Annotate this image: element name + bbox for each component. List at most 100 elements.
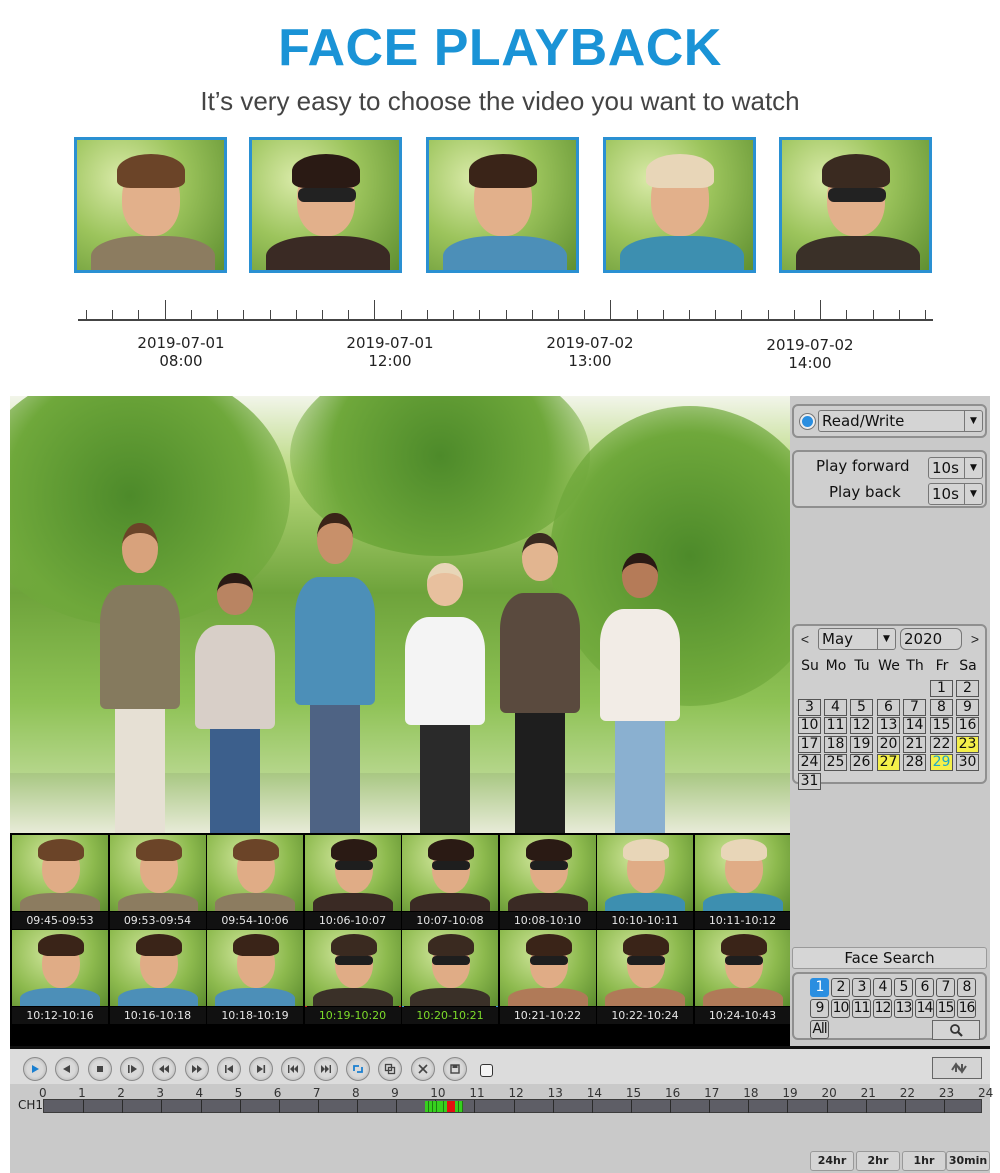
channel-button[interactable]: 1 xyxy=(810,978,829,997)
option-checkbox[interactable] xyxy=(480,1064,493,1077)
channel-button[interactable]: 4 xyxy=(873,978,892,997)
next-frame-button[interactable] xyxy=(249,1057,274,1081)
sync-button[interactable] xyxy=(932,1057,982,1079)
face-thumbnail[interactable]: 10:16-10:18 xyxy=(109,930,206,1024)
calendar-day[interactable]: 20 xyxy=(877,735,900,753)
face-thumbnail[interactable]: 10:12-10:16 xyxy=(12,930,108,1024)
save-button[interactable] xyxy=(442,1057,467,1081)
fast-forward-button[interactable] xyxy=(184,1057,209,1081)
calendar-day[interactable]: 14 xyxy=(903,717,926,734)
face-thumbnail[interactable]: 10:11-10:12 xyxy=(694,835,791,929)
face-thumbnail[interactable]: 10:18-10:19 xyxy=(207,930,303,1024)
calendar-day[interactable]: 4 xyxy=(824,698,847,716)
face-thumbnail[interactable]: 10:22-10:24 xyxy=(597,930,693,1024)
year-input[interactable]: 2020 xyxy=(900,628,962,650)
face-thumbnail[interactable]: 10:07-10:08 xyxy=(402,835,498,929)
channel-button[interactable]: 6 xyxy=(915,978,934,997)
face-thumbnail[interactable]: 10:19-10:20 xyxy=(304,930,401,1024)
calendar-day[interactable]: 8 xyxy=(930,698,953,716)
calendar-day[interactable]: 9 xyxy=(956,698,979,716)
previous-frame-button[interactable] xyxy=(216,1057,241,1081)
calendar-day[interactable]: 5 xyxy=(850,698,873,716)
channel-button[interactable]: 15 xyxy=(936,999,955,1018)
step-forward-button[interactable] xyxy=(119,1057,144,1081)
calendar-day[interactable]: 24 xyxy=(798,754,821,771)
calendar-day[interactable]: 19 xyxy=(850,735,873,753)
calendar-day[interactable]: 21 xyxy=(903,735,926,753)
sync-button[interactable] xyxy=(346,1057,370,1081)
channel-button[interactable]: 5 xyxy=(894,978,913,997)
play-button[interactable] xyxy=(23,1057,47,1081)
face-record-segment[interactable] xyxy=(440,1101,448,1112)
calendar-day[interactable]: 2 xyxy=(956,680,979,697)
all-channels-button[interactable]: All xyxy=(810,1020,829,1039)
next-file-button[interactable] xyxy=(313,1057,338,1081)
face-thumbnail[interactable]: 09:54-10:06 xyxy=(207,835,303,929)
face-record-segment[interactable] xyxy=(425,1101,441,1112)
alarm-record-segment[interactable] xyxy=(447,1101,455,1112)
channel-1-track[interactable] xyxy=(43,1099,982,1113)
face-search-button[interactable]: Face Search xyxy=(792,947,987,969)
calendar-next-button[interactable]: > xyxy=(966,629,984,649)
calendar-day[interactable]: 23 xyxy=(956,735,979,753)
calendar-day[interactable]: 15 xyxy=(930,717,953,734)
face-card[interactable] xyxy=(249,137,402,273)
calendar-day[interactable]: 31 xyxy=(798,772,821,790)
calendar-day[interactable]: 29 xyxy=(930,754,953,771)
calendar-day[interactable]: 28 xyxy=(903,754,926,771)
face-thumbnail[interactable]: 09:53-09:54 xyxy=(109,835,206,929)
calendar-day[interactable]: 10 xyxy=(798,717,821,734)
face-thumbnail[interactable]: 10:21-10:22 xyxy=(499,930,596,1024)
calendar-day[interactable]: 22 xyxy=(930,735,953,753)
calendar-day[interactable]: 27 xyxy=(877,754,900,771)
calendar-day[interactable]: 1 xyxy=(930,680,953,697)
calendar-day[interactable]: 25 xyxy=(824,754,847,771)
calendar-day[interactable]: 13 xyxy=(877,717,900,734)
zoom-2hr-button[interactable]: 2hr xyxy=(856,1151,900,1171)
calendar-day[interactable]: 3 xyxy=(798,698,821,716)
channel-button[interactable]: 8 xyxy=(957,978,976,997)
face-thumbnail[interactable]: 10:24-10:43 xyxy=(694,930,791,1024)
play-back-select[interactable]: 10s ▼ xyxy=(928,483,983,505)
channel-button[interactable]: 7 xyxy=(936,978,955,997)
calendar-day[interactable]: 11 xyxy=(824,717,847,734)
previous-file-button[interactable] xyxy=(281,1057,306,1081)
calendar-prev-button[interactable]: < xyxy=(796,629,814,649)
calendar-day[interactable]: 17 xyxy=(798,735,821,753)
stop-button[interactable] xyxy=(87,1057,112,1081)
clip-button[interactable] xyxy=(410,1057,435,1081)
calendar-day[interactable]: 6 xyxy=(877,698,900,716)
fast-rewind-button[interactable] xyxy=(152,1057,177,1081)
channel-button[interactable]: 13 xyxy=(894,999,913,1018)
face-search-submit-button[interactable] xyxy=(932,1020,980,1040)
channel-button[interactable]: 10 xyxy=(831,999,850,1018)
channel-button[interactable]: 12 xyxy=(873,999,892,1018)
face-record-segment[interactable] xyxy=(454,1101,464,1112)
zoom-30min-button[interactable]: 30min xyxy=(946,1151,990,1171)
month-select[interactable]: May ▼ xyxy=(818,628,896,650)
play-forward-select[interactable]: 10s ▼ xyxy=(928,457,983,479)
face-card[interactable] xyxy=(779,137,932,273)
channel-button[interactable]: 2 xyxy=(831,978,850,997)
face-thumbnail[interactable]: 10:20-10:21 xyxy=(402,930,498,1024)
calendar-day[interactable]: 7 xyxy=(903,698,926,716)
face-thumbnail[interactable]: 10:06-10:07 xyxy=(304,835,401,929)
zoom-24hr-button[interactable]: 24hr xyxy=(810,1151,854,1171)
channel-button[interactable]: 11 xyxy=(852,999,871,1018)
face-card[interactable] xyxy=(426,137,579,273)
multi-screen-button[interactable] xyxy=(378,1057,403,1081)
mode-radio[interactable] xyxy=(800,414,815,429)
channel-button[interactable]: 16 xyxy=(957,999,976,1018)
calendar-day[interactable]: 16 xyxy=(956,717,979,734)
calendar-day[interactable]: 30 xyxy=(956,754,979,771)
face-card[interactable] xyxy=(74,137,227,273)
calendar-day[interactable]: 26 xyxy=(850,754,873,771)
calendar-day[interactable]: 18 xyxy=(824,735,847,753)
video-player[interactable] xyxy=(10,396,790,833)
face-thumbnail[interactable]: 10:10-10:11 xyxy=(597,835,693,929)
mode-select[interactable]: Read/Write ▼ xyxy=(818,410,983,432)
channel-button[interactable]: 9 xyxy=(810,999,829,1018)
channel-button[interactable]: 14 xyxy=(915,999,934,1018)
channel-button[interactable]: 3 xyxy=(852,978,871,997)
calendar-day[interactable]: 12 xyxy=(850,717,873,734)
